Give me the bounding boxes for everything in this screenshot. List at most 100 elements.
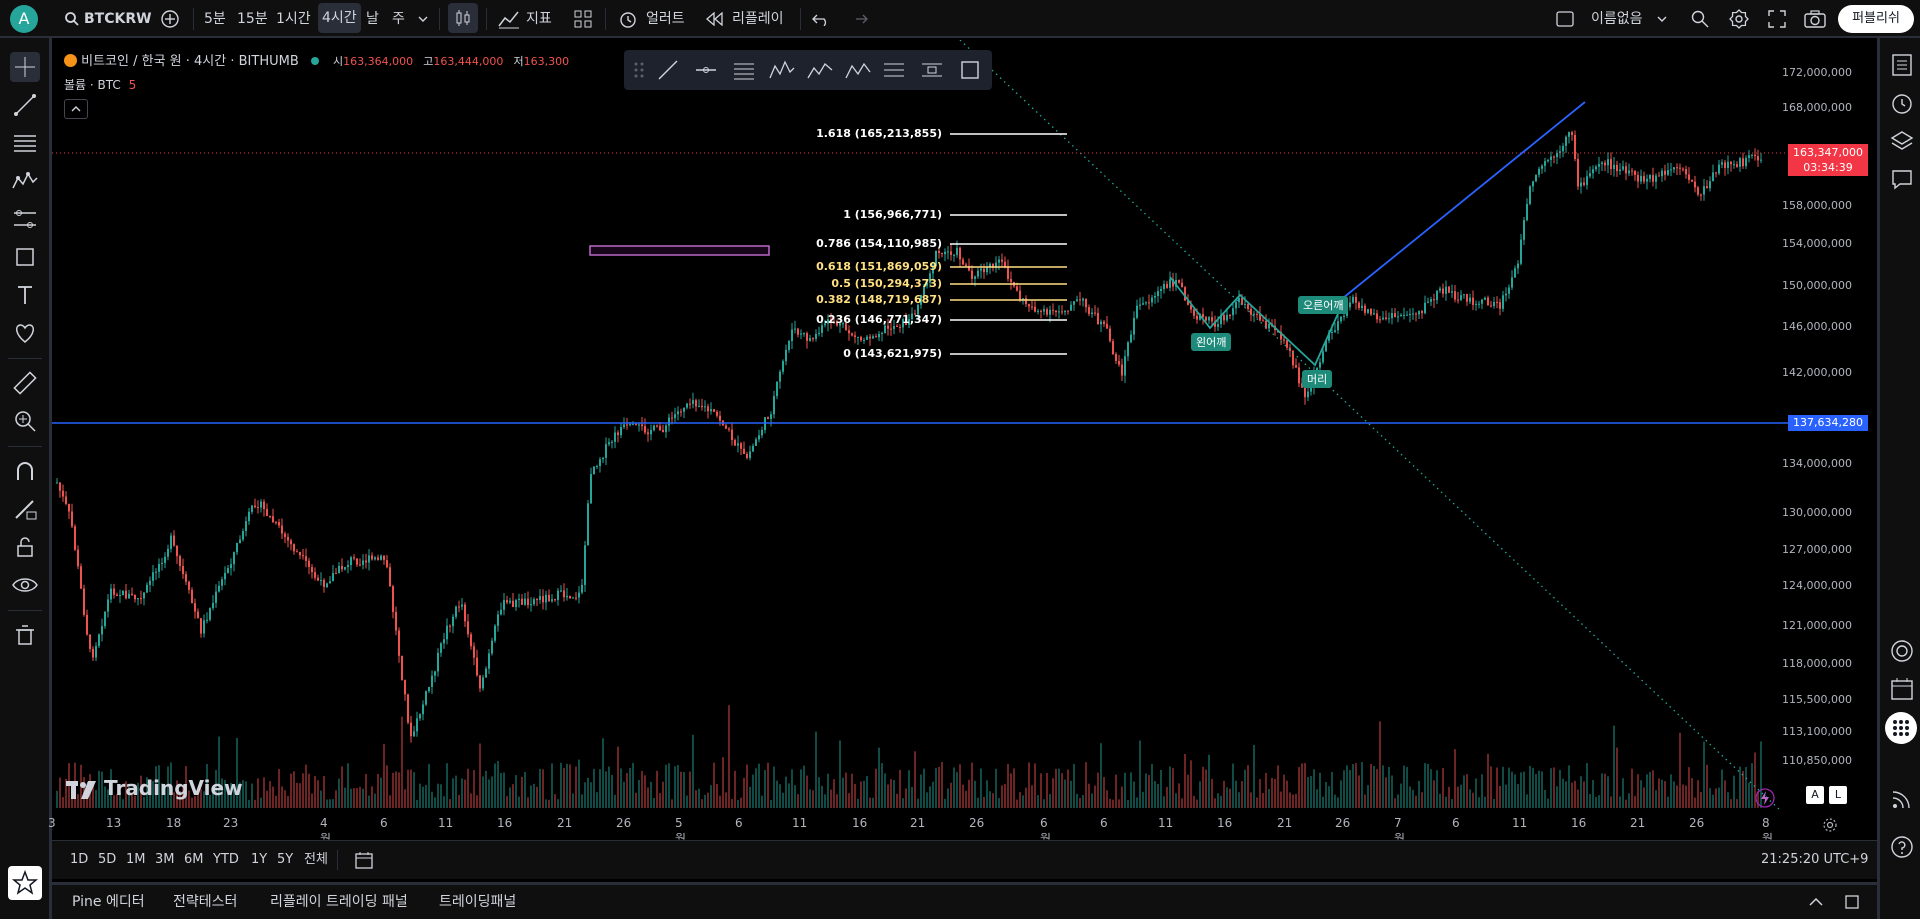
visibility-tool[interactable]	[10, 570, 40, 600]
interval-5m[interactable]: 5분	[204, 0, 226, 38]
tab-pine-editor[interactable]: Pine 에디터	[72, 885, 145, 919]
range-6m[interactable]: 6M	[184, 841, 204, 879]
range-1d[interactable]: 1D	[70, 841, 88, 879]
right-shoulder-label[interactable]: 오른어깨	[1298, 296, 1349, 314]
volume-bar	[1346, 765, 1348, 808]
alarm-clock-icon[interactable]	[1889, 90, 1915, 116]
volume-bar	[647, 787, 649, 808]
volume-bar	[1331, 772, 1333, 808]
crosshair-tool[interactable]	[10, 52, 40, 82]
favorite-tool[interactable]	[10, 318, 40, 348]
range-5y[interactable]: 5Y	[277, 841, 293, 879]
price-range-icon[interactable]	[882, 58, 906, 82]
range-1y[interactable]: 1Y	[251, 841, 267, 879]
chevron-down-icon[interactable]	[417, 13, 429, 25]
layout-icon[interactable]	[1556, 10, 1574, 28]
pattern-tool[interactable]	[10, 166, 40, 196]
help-icon[interactable]	[1889, 834, 1915, 860]
chevron-up-icon[interactable]	[1807, 896, 1825, 908]
apps-button[interactable]	[1885, 712, 1917, 744]
volume-bar	[1595, 796, 1597, 808]
candle-body	[1088, 307, 1090, 315]
text-tool[interactable]	[10, 280, 40, 310]
range-3m[interactable]: 3M	[155, 841, 175, 879]
drag-handle-icon[interactable]	[632, 60, 646, 80]
target-icon[interactable]	[1889, 638, 1915, 664]
left-shoulder-label[interactable]: 왼어깨	[1191, 333, 1232, 351]
magnet-tool[interactable]	[10, 456, 40, 486]
interval-15m[interactable]: 15분	[237, 0, 268, 38]
candle-body	[278, 522, 280, 526]
quick-search-icon[interactable]	[1690, 9, 1710, 29]
log-scale-button[interactable]: L	[1829, 786, 1847, 804]
calendar-range-icon[interactable]	[354, 850, 374, 870]
pattern-icon[interactable]	[768, 58, 796, 82]
templates-icon[interactable]	[574, 10, 592, 28]
candle-body	[1592, 169, 1594, 174]
tab-strategy-tester[interactable]: 전략테스터	[173, 885, 237, 919]
add-symbol-icon[interactable]	[160, 9, 180, 29]
replay-button[interactable]: 리플레이	[706, 0, 788, 38]
collapse-legend-button[interactable]	[64, 99, 88, 119]
price-chart[interactable]	[52, 40, 1877, 812]
fib-tool[interactable]	[10, 128, 40, 158]
elliott-wave-icon[interactable]	[806, 58, 834, 82]
gear-icon[interactable]	[1729, 9, 1749, 29]
lock-tool[interactable]	[10, 532, 40, 562]
trend-line-tool[interactable]	[10, 90, 40, 120]
clock-timezone[interactable]: 21:25:20 UTC+9	[1761, 841, 1868, 879]
axis-settings-icon[interactable]	[1822, 817, 1838, 833]
symbol-title[interactable]: 비트코인 / 한국 원 · 4시간 · BITHUMB	[81, 54, 299, 69]
redo-icon[interactable]	[850, 12, 868, 26]
volume-bar	[1697, 780, 1699, 808]
prediction-tool[interactable]	[10, 204, 40, 234]
undo-icon[interactable]	[812, 12, 830, 26]
symbol-search[interactable]: BTCKRW	[62, 0, 158, 38]
rectangle-icon[interactable]	[958, 58, 982, 82]
abc-wave-icon[interactable]	[844, 58, 872, 82]
date-range-icon[interactable]	[920, 58, 944, 82]
alert-button[interactable]: 얼러트	[618, 0, 692, 38]
fib-retracement-icon[interactable]	[732, 58, 756, 82]
maximize-panel-icon[interactable]	[1844, 894, 1860, 910]
eye-icon	[12, 578, 38, 592]
volume-bar	[704, 794, 706, 808]
range-5d[interactable]: 5D	[98, 841, 116, 879]
candle-body	[116, 594, 118, 596]
range-all[interactable]: 전체	[304, 841, 328, 879]
trend-line-icon[interactable]	[656, 58, 680, 82]
ruler-tool[interactable]	[10, 368, 40, 398]
tab-trading-panel[interactable]: 트레이딩패널	[439, 885, 516, 919]
lightning-icon[interactable]	[1755, 788, 1775, 808]
candle-body	[419, 714, 421, 719]
volume-bar	[1274, 779, 1276, 808]
layers-icon[interactable]	[1889, 128, 1915, 154]
indicators-button[interactable]: 지표	[498, 0, 558, 38]
interval-week[interactable]: 주	[392, 0, 405, 38]
interval-4h[interactable]: 4시간	[318, 3, 361, 33]
range-1m[interactable]: 1M	[126, 841, 146, 879]
broadcast-icon[interactable]	[1889, 786, 1915, 812]
auto-scale-button[interactable]: A	[1806, 786, 1824, 804]
drawing-mode-tool[interactable]	[10, 494, 40, 524]
camera-icon[interactable]	[1804, 10, 1826, 28]
chat-icon[interactable]	[1889, 166, 1915, 192]
zoom-tool[interactable]	[10, 406, 40, 436]
range-ytd[interactable]: YTD	[213, 841, 239, 879]
watchlist-icon[interactable]	[1889, 52, 1915, 78]
chevron-down-icon[interactable]	[1656, 13, 1668, 25]
interval-day[interactable]: 날	[366, 0, 379, 38]
delete-tool[interactable]	[10, 620, 40, 650]
chart-type-button[interactable]	[448, 3, 478, 33]
watchlist-star-button[interactable]	[8, 866, 42, 900]
tab-replay-trading[interactable]: 리플레이 트레이딩 패널	[270, 885, 408, 919]
shape-tool[interactable]	[10, 242, 40, 272]
interval-1h[interactable]: 1시간	[276, 0, 311, 38]
head-label[interactable]: 머리	[1302, 370, 1333, 388]
layout-name[interactable]: 이름없음	[1591, 0, 1643, 38]
calendar-icon[interactable]	[1889, 676, 1915, 702]
publish-button[interactable]: 퍼블리쉬	[1838, 5, 1914, 33]
fullscreen-icon[interactable]	[1768, 10, 1786, 28]
horizontal-ray-icon[interactable]	[694, 58, 718, 82]
user-avatar[interactable]: A	[10, 5, 38, 33]
